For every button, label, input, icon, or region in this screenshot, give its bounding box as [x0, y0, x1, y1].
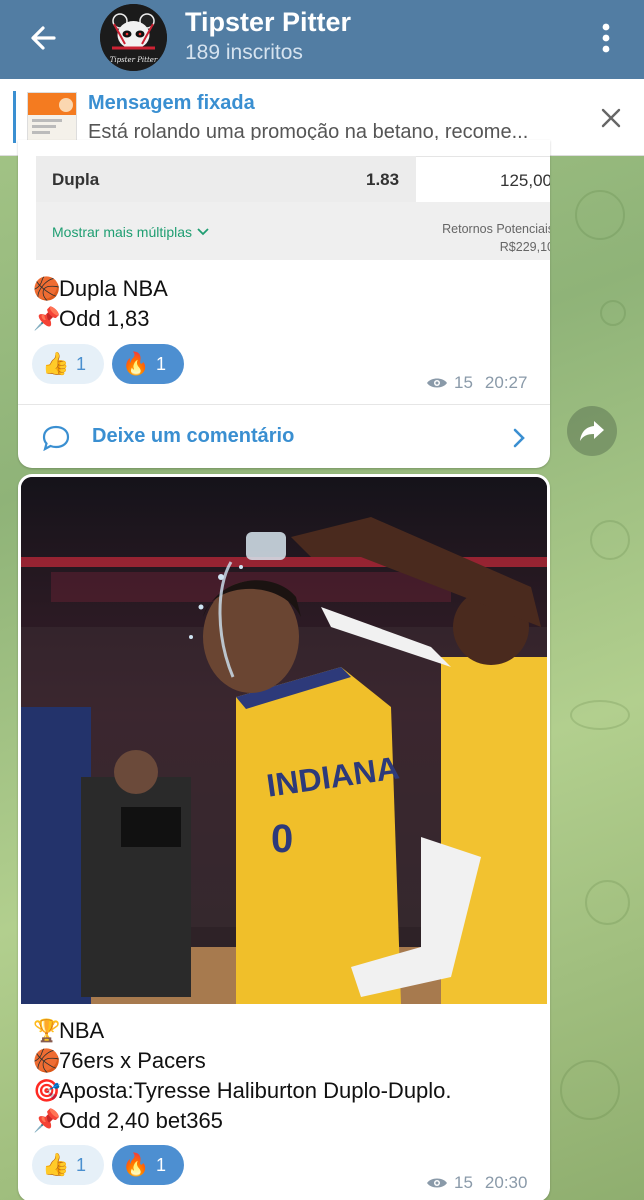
comment-bar[interactable]: Deixe um comentário	[18, 404, 550, 468]
bet-slip-row: Dupla 1.83	[36, 156, 416, 202]
message-photo[interactable]: INDIANA 0	[21, 477, 547, 1004]
eye-icon	[427, 378, 447, 388]
message-line: 🏀Dupla NBA	[33, 276, 168, 301]
reaction-thumbs-up[interactable]: 👍 1	[32, 344, 104, 384]
message-meta: 15 20:27	[426, 373, 527, 393]
back-arrow-icon[interactable]	[24, 18, 64, 58]
message-time: 20:27	[484, 373, 528, 392]
subscriber-count: 189 inscritos	[185, 41, 303, 64]
message-time: 20:30	[484, 1173, 528, 1192]
reaction-count: 1	[76, 353, 87, 374]
panda-logo-icon: Tipster Pitter	[100, 4, 167, 71]
reaction-fire[interactable]: 🔥 1	[112, 1145, 184, 1185]
pinned-thumbnail	[27, 92, 77, 142]
show-more-link: Mostrar mais múltiplas	[52, 224, 210, 240]
view-count: 15	[454, 373, 473, 392]
pushpin-icon: 📌	[33, 306, 61, 331]
chat-header: Tipster Pitter Tipster Pitter 189 inscri…	[0, 0, 644, 79]
share-button[interactable]	[567, 406, 617, 456]
basketball-players-photo: INDIANA 0	[21, 477, 547, 1004]
bet-stake-box: 125,00	[416, 156, 550, 202]
channel-avatar[interactable]: Tipster Pitter	[100, 4, 167, 71]
message-line: 🎯Aposta:Tyresse Haliburton Duplo-Duplo.	[33, 1078, 452, 1103]
pushpin-icon: 📌	[33, 1108, 61, 1133]
basketball-icon: 🏀	[33, 276, 61, 301]
view-count: 15	[454, 1173, 473, 1192]
comment-icon	[42, 425, 70, 451]
reaction-count: 1	[156, 1154, 167, 1175]
basketball-icon: 🏀	[33, 1048, 61, 1073]
comment-label: Deixe um comentário	[92, 425, 295, 447]
reaction-count: 1	[156, 353, 167, 374]
message-line: 📌Odd 2,40 bet365	[33, 1108, 223, 1133]
message-line: 📌Odd 1,83	[33, 306, 150, 331]
channel-title[interactable]: Tipster Pitter	[185, 7, 351, 38]
fire-icon: 🔥	[122, 351, 150, 376]
share-arrow-icon	[580, 421, 604, 441]
potential-returns-value: R$229,10	[499, 240, 550, 254]
thumbs-up-icon: 👍	[42, 351, 70, 376]
bet-odd-value: 1.83	[366, 170, 400, 189]
trophy-icon: 🏆	[33, 1018, 61, 1043]
bet-type-label: Dupla	[52, 170, 100, 189]
message-bubble[interactable]: INDIANA 0 🏆NBA 🏀76ers x Pacers 🎯Aposta:T…	[18, 474, 550, 1200]
fire-icon: 🔥	[122, 1152, 150, 1177]
potential-returns-label: Retornos Potenciais	[442, 222, 550, 236]
bet-slip-footer: Mostrar mais múltiplas Retornos Potencia…	[36, 202, 550, 260]
svg-text:0: 0	[271, 817, 293, 861]
bet-stake-value: 125,00	[500, 171, 550, 190]
thumbs-up-icon: 👍	[42, 1152, 70, 1177]
chevron-right-icon	[513, 428, 525, 448]
pinned-indicator	[13, 91, 16, 143]
svg-text:Tipster Pitter: Tipster Pitter	[110, 56, 158, 64]
eye-icon	[427, 1178, 447, 1188]
more-vertical-icon[interactable]	[592, 20, 620, 56]
close-icon[interactable]	[600, 107, 622, 129]
message-line: 🏆NBA	[33, 1018, 105, 1043]
pinned-title: Mensagem fixada	[88, 92, 255, 114]
message-bubble[interactable]: Dupla 1.83 125,00 Mostrar mais múltiplas…	[18, 140, 550, 468]
bullseye-icon: 🎯	[33, 1078, 61, 1103]
message-line: 🏀76ers x Pacers	[33, 1048, 206, 1073]
message-meta: 15 20:30	[426, 1173, 527, 1193]
reaction-thumbs-up[interactable]: 👍 1	[32, 1145, 104, 1185]
chevron-down-icon	[197, 228, 209, 236]
reaction-count: 1	[76, 1154, 87, 1175]
reaction-fire[interactable]: 🔥 1	[112, 344, 184, 384]
